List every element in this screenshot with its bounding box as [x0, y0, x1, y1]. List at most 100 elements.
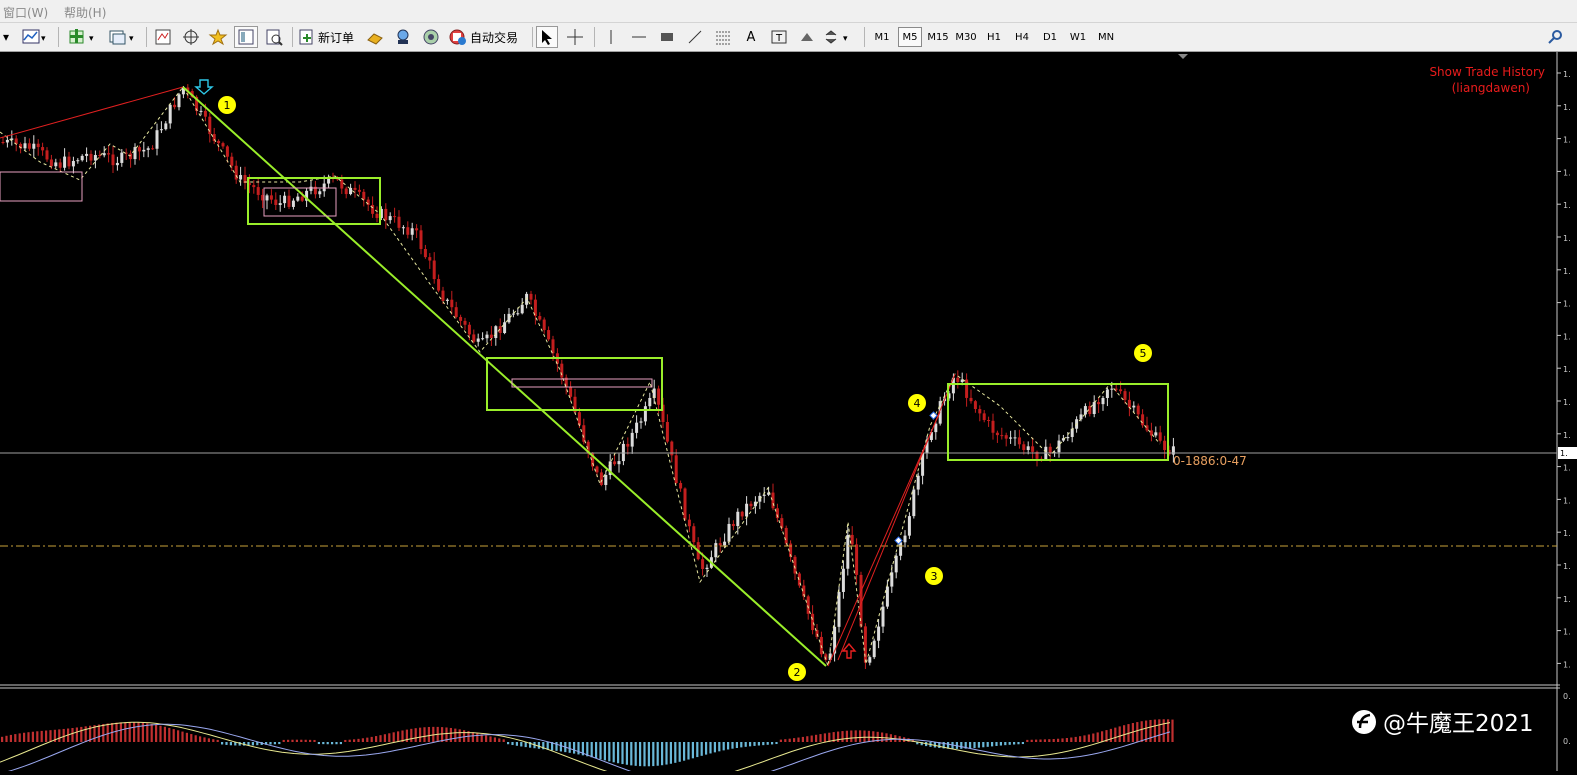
candle-body: [907, 516, 911, 536]
gold-bar-icon[interactable]: [364, 26, 386, 48]
profiles-icon[interactable]: ▾: [106, 26, 140, 48]
indicator-bar: [608, 742, 611, 762]
indicator-bar: [867, 730, 870, 742]
arrows-icon[interactable]: [796, 26, 818, 48]
candle-body: [665, 422, 669, 442]
indicator-bar: [18, 733, 21, 742]
candle-body: [1141, 414, 1145, 426]
candle-body: [93, 155, 97, 161]
indicator-bar: [498, 738, 501, 742]
crosshair-icon[interactable]: [564, 26, 586, 48]
timeframe-m30[interactable]: M30: [954, 27, 978, 47]
chart-type-icon[interactable]: ▾: [20, 26, 48, 48]
signals-icon[interactable]: [392, 26, 414, 48]
indicator-bar: [1079, 736, 1082, 742]
market-watch-icon[interactable]: [152, 26, 174, 48]
indicator-bar: [986, 742, 989, 747]
candle-body: [511, 313, 515, 315]
menu-help[interactable]: 帮助(H): [64, 4, 106, 21]
candle-body: [76, 160, 80, 162]
chart-window[interactable]: 1 2 3 4 5 1. 1. 1. 1. 1. 1. 1. 1. 1. 1. 1. 1. 1. 1. 1. 1. 1.…: [0, 52, 1577, 775]
timeframe-mn[interactable]: MN: [1094, 27, 1118, 47]
trendline-icon[interactable]: [684, 26, 706, 48]
candle-body: [877, 626, 881, 641]
indicator-bar: [97, 724, 100, 742]
horizontal-line-icon[interactable]: [628, 26, 650, 48]
indicator-bar: [991, 742, 994, 747]
terminal-icon[interactable]: [234, 26, 258, 48]
candle-body: [784, 527, 788, 544]
market-icon[interactable]: [420, 26, 442, 48]
indicator-bar: [863, 730, 866, 742]
indicator-bar: [1101, 731, 1104, 742]
timeframe-h1[interactable]: H1: [982, 27, 1006, 47]
fibonacci-icon[interactable]: [712, 26, 734, 48]
candle-body: [520, 304, 524, 314]
candle-body: [890, 572, 894, 587]
indicator-bar: [269, 742, 272, 745]
candle-body: [1031, 446, 1035, 452]
indicator-bar: [537, 742, 540, 749]
timeframe-m15[interactable]: M15: [926, 27, 950, 47]
indicator-bar: [595, 742, 598, 759]
candle-body: [529, 293, 533, 300]
candle-body: [291, 200, 295, 207]
candle-body: [107, 153, 111, 155]
candle-body: [159, 129, 163, 131]
candle-body: [5, 139, 9, 143]
candle-body: [256, 187, 260, 195]
indicator-bar: [489, 736, 492, 742]
price-chart[interactable]: 1 2 3 4 5 1. 1. 1. 1. 1. 1. 1. 1. 1. 1. 1. 1. 1. 1. 1. 1. 1.…: [0, 52, 1577, 775]
indicator-bar: [683, 742, 686, 761]
candle-body: [841, 568, 845, 592]
indicator-bar: [172, 729, 175, 742]
candle-body: [705, 567, 709, 569]
indicator-bar: [379, 735, 382, 742]
text-icon[interactable]: A: [740, 26, 762, 48]
indicator-bar: [31, 731, 34, 742]
candle-body: [973, 401, 977, 410]
candle-body: [173, 104, 177, 108]
strategy-tester-icon[interactable]: [262, 26, 286, 48]
candle-body: [718, 543, 722, 546]
auto-trading-button[interactable]: 自动交易: [448, 26, 524, 48]
candle-body: [687, 519, 691, 527]
menu-window[interactable]: 窗口(W): [3, 4, 48, 21]
candle-body: [274, 199, 278, 205]
wave-label-2: 2: [794, 666, 801, 679]
indicator-bar: [775, 742, 778, 745]
vertical-line-icon[interactable]: [600, 26, 622, 48]
candle-body: [1154, 432, 1158, 436]
candle-body: [1000, 435, 1004, 437]
timeframe-m5[interactable]: M5: [898, 27, 922, 47]
text-label-icon[interactable]: T: [768, 26, 790, 48]
shapes-dropdown-icon[interactable]: ▾: [822, 26, 856, 48]
indicator-bar: [185, 732, 188, 742]
cursor-icon[interactable]: [536, 26, 558, 48]
indicator-bar: [815, 734, 818, 742]
price-tick-label: 1.: [1563, 103, 1571, 112]
indicator-bar: [687, 742, 690, 760]
candle-body: [1097, 402, 1101, 405]
timeframe-h4[interactable]: H4: [1010, 27, 1034, 47]
indicator-bar: [45, 730, 48, 742]
timeframe-m1[interactable]: M1: [870, 27, 894, 47]
dropdown-arrow-icon[interactable]: ▾: [0, 26, 12, 48]
navigator-icon[interactable]: [180, 26, 202, 48]
timeframe-w1[interactable]: W1: [1066, 27, 1090, 47]
new-order-button[interactable]: 新订单: [298, 26, 358, 48]
indicator-bar: [1061, 738, 1064, 742]
indicator-bar: [630, 742, 633, 766]
favorites-star-icon[interactable]: [206, 26, 230, 48]
candle-body: [956, 377, 960, 383]
search-icon[interactable]: [1544, 26, 1566, 48]
timeframe-d1[interactable]: D1: [1038, 27, 1062, 47]
candle-body: [142, 149, 146, 152]
new-chart-icon[interactable]: ▾: [66, 26, 100, 48]
indicator-bar: [788, 738, 791, 742]
price-tick-label: 1.: [1563, 595, 1571, 604]
indicator-bar: [102, 723, 105, 742]
rectangle-icon[interactable]: [656, 26, 678, 48]
candle-body: [296, 196, 300, 201]
indicator-bar: [291, 739, 294, 742]
